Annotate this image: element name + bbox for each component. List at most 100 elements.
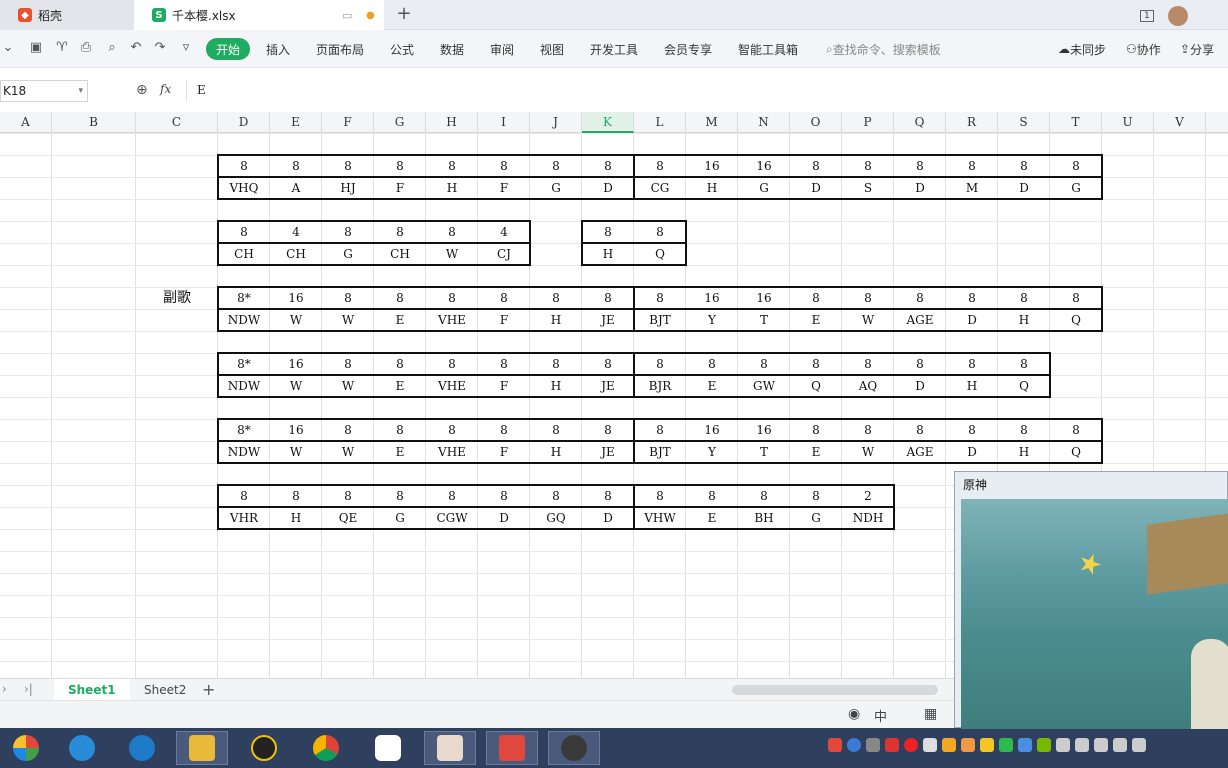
normal-view-icon[interactable]: ▦ <box>924 706 937 722</box>
column-header-m[interactable]: M <box>686 112 738 133</box>
formula-input[interactable]: E <box>186 80 1228 102</box>
tray-dots-icon[interactable] <box>866 738 880 752</box>
command-search[interactable]: ⌕ 查找命令、搜索模板 <box>826 30 941 68</box>
print-preview-icon[interactable]: ⌕ <box>104 40 120 56</box>
format-painter-icon[interactable]: ♈ <box>54 40 70 56</box>
column-header-e[interactable]: E <box>270 112 322 133</box>
print-icon[interactable]: ⎙ <box>78 40 94 56</box>
column-header-n[interactable]: N <box>738 112 790 133</box>
column-header-f[interactable]: F <box>322 112 374 133</box>
ribbon-tab-view[interactable]: 视图 <box>540 30 564 68</box>
input-method-icon[interactable]: 中 <box>874 706 887 725</box>
column-header-a[interactable]: A <box>0 112 52 133</box>
tray-record-icon[interactable] <box>904 738 918 752</box>
note-length-cell[interactable] <box>530 221 582 243</box>
sheet-tab-1[interactable]: Sheet1 <box>54 679 130 701</box>
taskbar-ie[interactable] <box>56 731 108 765</box>
signal-icon[interactable] <box>1113 738 1127 752</box>
help-icon[interactable] <box>847 738 861 752</box>
name-box-value: K18 <box>3 84 27 98</box>
taskbar-chrome[interactable] <box>300 731 352 765</box>
usb-icon[interactable] <box>1094 738 1108 752</box>
save-icon[interactable]: ▣ <box>28 40 44 56</box>
column-header-q[interactable]: Q <box>894 112 946 133</box>
tray-cloud-icon[interactable] <box>961 738 975 752</box>
tray-yellow-icon[interactable] <box>980 738 994 752</box>
zoom-icon[interactable]: ⊕ <box>136 82 148 98</box>
tray-blue-icon[interactable] <box>1018 738 1032 752</box>
nvidia-icon[interactable] <box>1037 738 1051 752</box>
collab-button[interactable]: ⚇ 协作 <box>1126 30 1161 68</box>
ribbon-tab-insert[interactable]: 插入 <box>266 30 290 68</box>
share-button[interactable]: ⇪ 分享 <box>1180 30 1214 68</box>
more-icon[interactable]: ▿ <box>178 40 194 56</box>
new-tab-button[interactable]: + <box>394 5 414 25</box>
column-header-b[interactable]: B <box>52 112 136 133</box>
column-header-s[interactable]: S <box>998 112 1050 133</box>
column-header-t[interactable]: T <box>1050 112 1102 133</box>
ribbon-tab-toolbox[interactable]: 智能工具箱 <box>738 30 798 68</box>
tray-s-icon[interactable] <box>828 738 842 752</box>
taskbar-genshin[interactable] <box>424 731 476 765</box>
taskbar-app-g[interactable] <box>238 731 290 765</box>
column-header-u[interactable]: U <box>1102 112 1154 133</box>
add-sheet-button[interactable]: + <box>202 680 215 699</box>
horizontal-scrollbar[interactable] <box>732 685 938 695</box>
name-box[interactable]: K18 ▾ <box>0 80 88 102</box>
chevron-down-icon[interactable]: ▾ <box>78 81 83 101</box>
taskbar-recorder[interactable] <box>548 731 600 765</box>
tray-w-icon[interactable] <box>885 738 899 752</box>
block-row-divider <box>218 176 634 178</box>
tab-file[interactable]: S 千本樱.xlsx ▭ ● <box>134 0 384 30</box>
key-cell[interactable] <box>530 243 582 265</box>
undo-icon[interactable]: ↶ <box>128 40 144 56</box>
taskbar-edge[interactable] <box>116 731 168 765</box>
column-header-p[interactable]: P <box>842 112 894 133</box>
prev-sheet-icon[interactable]: › <box>2 682 7 696</box>
tab-daoke[interactable]: ◆ 稻壳 <box>0 0 134 30</box>
redo-icon[interactable]: ↷ <box>152 40 168 56</box>
column-header-v[interactable]: V <box>1154 112 1206 133</box>
grid-row-line <box>0 133 1228 134</box>
avatar[interactable] <box>1167 6 1188 26</box>
taskbar <box>0 728 1228 768</box>
ribbon-tab-formula[interactable]: 公式 <box>390 30 414 68</box>
ribbon-tab-member[interactable]: 会员专享 <box>664 30 712 68</box>
collapse-icon[interactable]: ⌄ <box>0 40 16 56</box>
column-header-l[interactable]: L <box>634 112 686 133</box>
column-header-k[interactable]: K <box>582 112 634 133</box>
taskbar-explorer[interactable] <box>176 731 228 765</box>
block-row-divider <box>634 440 1102 442</box>
start-button[interactable] <box>0 731 52 765</box>
ribbon-tab-start[interactable]: 开始 <box>206 38 251 60</box>
column-header-c[interactable]: C <box>136 112 218 133</box>
sync-button[interactable]: ☁ 未同步 <box>1058 30 1106 68</box>
column-header-g[interactable]: G <box>374 112 426 133</box>
volume-icon[interactable] <box>1056 738 1070 752</box>
column-header-i[interactable]: I <box>478 112 530 133</box>
game-viewport[interactable] <box>961 499 1228 729</box>
column-header-o[interactable]: O <box>790 112 842 133</box>
ribbon-tab-page-layout[interactable]: 页面布局 <box>316 30 364 68</box>
taskbar-wps[interactable] <box>486 731 538 765</box>
sheet-tab-2[interactable]: Sheet2 <box>130 679 200 701</box>
ribbon-tab-data[interactable]: 数据 <box>440 30 464 68</box>
column-header-j[interactable]: J <box>530 112 582 133</box>
last-sheet-icon[interactable]: ›| <box>24 682 33 696</box>
mic-icon[interactable] <box>1075 738 1089 752</box>
ribbon-tab-review[interactable]: 审阅 <box>490 30 514 68</box>
wechat-icon[interactable] <box>999 738 1013 752</box>
fx-label[interactable]: fx <box>160 82 171 96</box>
column-header-r[interactable]: R <box>946 112 998 133</box>
taskbar-feishu[interactable] <box>362 731 414 765</box>
column-header-h[interactable]: H <box>426 112 478 133</box>
screen-icon[interactable]: ▭ <box>342 9 352 22</box>
eye-icon[interactable]: ◉ <box>848 706 860 722</box>
window-count-icon[interactable]: 1 <box>1140 10 1154 22</box>
game-window[interactable]: 原神 <box>954 471 1228 729</box>
ribbon-tab-developer[interactable]: 开发工具 <box>590 30 638 68</box>
column-header-d[interactable]: D <box>218 112 270 133</box>
tray-app-icon[interactable] <box>923 738 937 752</box>
ime-icon[interactable] <box>1132 738 1146 752</box>
tray-orange-icon[interactable] <box>942 738 956 752</box>
